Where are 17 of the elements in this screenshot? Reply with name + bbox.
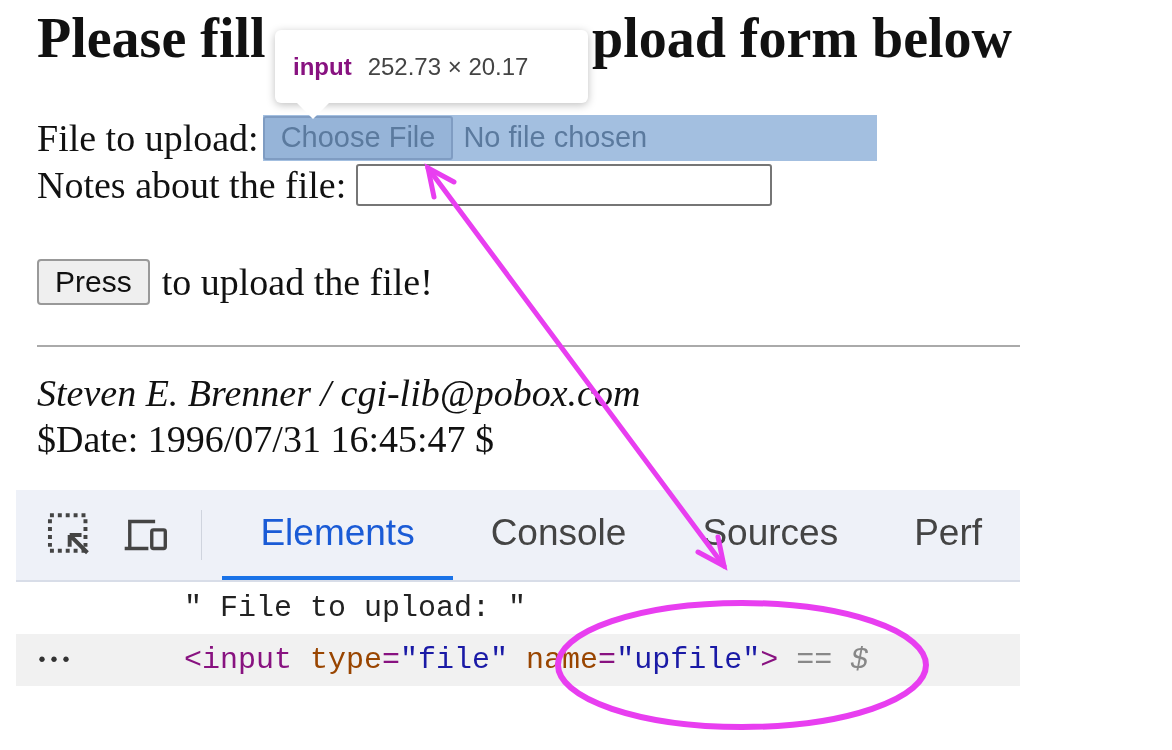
notes-field[interactable] — [356, 163, 773, 206]
date-line: $Date: 1996/07/31 16:45:47 $ — [37, 417, 496, 461]
devtools-tab[interactable]: Elements — [222, 490, 453, 580]
file-label: File to upload: — [37, 115, 259, 160]
devtools-tab[interactable]: Sources — [664, 490, 877, 580]
code-line: " File to upload: " — [184, 591, 527, 625]
tooltip-size: 252.73 × 20.17 — [367, 52, 529, 81]
page-heading: Please fill — [37, 6, 266, 70]
page-heading: pload form below — [592, 6, 1012, 70]
devtools-tab[interactable]: Perf — [876, 490, 1020, 580]
upload-hint: to upload the file! — [161, 259, 433, 304]
more-icon[interactable]: ••• — [16, 648, 184, 672]
tooltip-tag: input — [293, 52, 352, 81]
press-button[interactable]: Press — [37, 258, 150, 305]
notes-label: Notes about the file: — [37, 162, 347, 207]
devtools-tab[interactable]: Console — [452, 490, 665, 580]
file-status: No file chosen — [463, 121, 648, 154]
